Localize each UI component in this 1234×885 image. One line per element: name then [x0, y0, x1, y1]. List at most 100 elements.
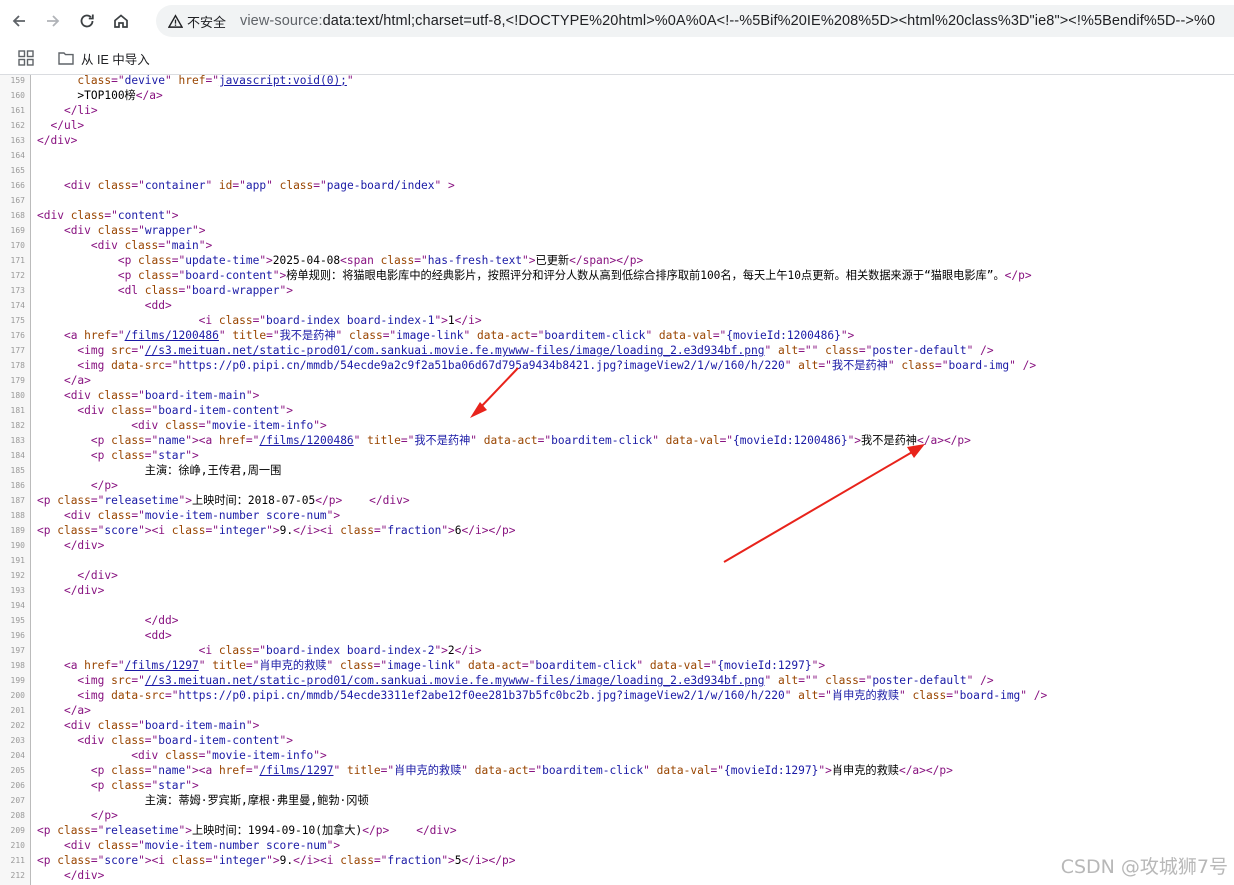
source-line: 193 </div> — [0, 583, 1234, 598]
line-code: <a href="/films/1200486" title="我不是药神" c… — [37, 328, 854, 343]
source-token: =" — [530, 329, 545, 342]
line-number: 186 — [10, 481, 25, 490]
source-token: "> — [279, 284, 293, 297]
source-token: alt — [791, 689, 819, 702]
source-link[interactable]: //s3.meituan.net/static-prod01/com.sanku… — [145, 674, 765, 687]
source-token: board-img — [948, 359, 1010, 372]
source-token: " — [346, 75, 354, 87]
source-line: 190 </div> — [0, 538, 1234, 553]
line-number: 172 — [10, 271, 25, 280]
source-token: <p — [37, 494, 58, 507]
source-token — [37, 869, 64, 882]
source-token: star — [158, 779, 186, 792]
line-code: <p class="board-content">榜单规则：将猫眼电影库中的经典… — [37, 268, 1032, 283]
source-token: </div> — [63, 869, 105, 882]
source-token: 上映时间：1994-09-10(加拿大) — [191, 824, 363, 837]
source-line: 161 </li> — [0, 103, 1234, 118]
source-token: releasetime — [104, 824, 179, 837]
source-token: {movieId:1297} — [717, 659, 812, 672]
source-link[interactable]: javascript:void(0); — [219, 75, 347, 87]
source-token: </a> — [135, 89, 163, 102]
source-line: 165 — [0, 163, 1234, 178]
bookmark-folder-import[interactable]: 从 IE 中导入 — [58, 49, 150, 68]
source-token: href — [171, 75, 206, 87]
source-link[interactable]: /films/1200486 — [125, 329, 219, 342]
line-code: 主演：蒂姆·罗宾斯,摩根·弗里曼,鲍勃·冈顿 — [37, 793, 369, 808]
source-token: <p — [90, 779, 112, 792]
source-line: 208 </p> — [0, 808, 1234, 823]
source-token: =" — [414, 254, 428, 267]
source-token: <div — [63, 179, 98, 192]
source-link[interactable]: /films/1297 — [259, 764, 333, 777]
line-number: 200 — [10, 691, 25, 700]
home-button[interactable] — [106, 6, 136, 36]
source-token — [37, 704, 64, 717]
source-token: </p> — [315, 494, 343, 507]
source-token — [37, 299, 145, 312]
source-token: board-item-content — [158, 404, 280, 417]
line-number: 193 — [10, 586, 25, 595]
source-token: update-time — [185, 254, 260, 267]
source-token: =" — [144, 779, 159, 792]
source-token: "> — [245, 389, 260, 402]
source-token: <p — [37, 824, 58, 837]
line-number: 190 — [10, 541, 25, 550]
source-token: class — [124, 239, 159, 252]
source-token: data-src — [111, 689, 165, 702]
line-number: 163 — [10, 136, 25, 145]
apps-icon[interactable] — [18, 50, 34, 66]
line-number: 169 — [10, 226, 25, 235]
source-token: id — [212, 179, 233, 192]
source-link[interactable]: /films/1297 — [125, 659, 199, 672]
source-token: boarditem-click — [544, 329, 646, 342]
source-line: 171 <p class="update-time">2025-04-08<sp… — [0, 253, 1234, 268]
address-bar[interactable]: 不安全 view-source:data:text/html;charset=u… — [156, 5, 1234, 37]
source-link[interactable]: /films/1200486 — [259, 434, 353, 447]
line-number: 161 — [10, 106, 25, 115]
forward-button[interactable] — [38, 6, 68, 36]
source-line: 187 <p class="releasetime">上映时间：2018-07-0… — [0, 493, 1234, 508]
source-token: 已更新 — [535, 254, 570, 267]
line-code: <div class="wrapper"> — [37, 223, 206, 238]
line-code: <i class="board-index board-index-2">2</… — [37, 643, 482, 658]
line-code: </ul> — [37, 118, 84, 133]
source-token: class — [111, 779, 145, 792]
source-token: class — [70, 209, 105, 222]
source-token: data-src — [111, 359, 165, 372]
source-line: 211 <p class="score"><i class="integer">9… — [0, 853, 1234, 868]
line-number: 208 — [10, 811, 25, 820]
source-token: /> — [973, 344, 994, 357]
source-token — [37, 659, 64, 672]
source-token: "> — [245, 719, 260, 732]
source-token: <div — [63, 389, 98, 402]
source-token: </p> — [362, 824, 390, 837]
source-token — [389, 824, 416, 837]
security-indicator[interactable]: 不安全 — [160, 9, 236, 33]
source-token: class — [171, 524, 206, 537]
source-line: 207 主演：蒂姆·罗宾斯,摩根·弗里曼,鲍勃·冈顿 — [0, 793, 1234, 808]
reload-button[interactable] — [72, 6, 102, 36]
source-token: <span — [340, 254, 381, 267]
source-token: href — [218, 764, 246, 777]
source-token: alt — [771, 344, 799, 357]
line-code: >TOP100榜</a> — [37, 88, 163, 103]
line-number: 162 — [10, 121, 25, 130]
source-token: =" — [144, 449, 159, 462]
source-token: src — [111, 674, 132, 687]
line-number: 165 — [10, 166, 25, 175]
source-token: =" — [131, 389, 145, 402]
line-code: </div> — [37, 538, 104, 553]
line-number: 207 — [10, 796, 25, 805]
source-token: </div> — [77, 569, 118, 582]
source-token: page-board/index — [326, 179, 435, 192]
line-code: <div class="board-item-content"> — [37, 403, 293, 418]
back-button[interactable] — [4, 6, 34, 36]
source-token: 我不是药神 — [279, 329, 336, 342]
source-link[interactable]: //s3.meituan.net/static-prod01/com.sanku… — [145, 344, 765, 357]
source-token: title — [225, 329, 267, 342]
source-token: "> — [434, 314, 448, 327]
source-token: class — [77, 75, 112, 87]
view-source-panel[interactable]: 159 class="devive" href="javascript:void… — [0, 75, 1234, 885]
source-token: =" — [90, 524, 105, 537]
source-token: poster-default — [872, 344, 967, 357]
